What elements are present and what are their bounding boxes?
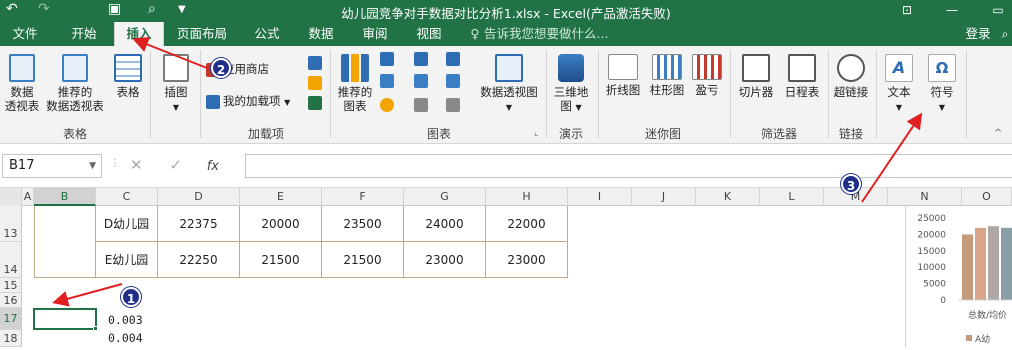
annotation-arrow-2 xyxy=(132,36,213,71)
annotation-badge-2: 2 xyxy=(211,58,231,78)
annotation-arrow-3 xyxy=(861,112,923,203)
annotation-badge-1: 1 xyxy=(121,287,141,307)
annotation-overlay xyxy=(52,36,923,307)
annotation-arrow-1 xyxy=(52,283,123,307)
annotation-badge-3: 3 xyxy=(841,174,861,194)
